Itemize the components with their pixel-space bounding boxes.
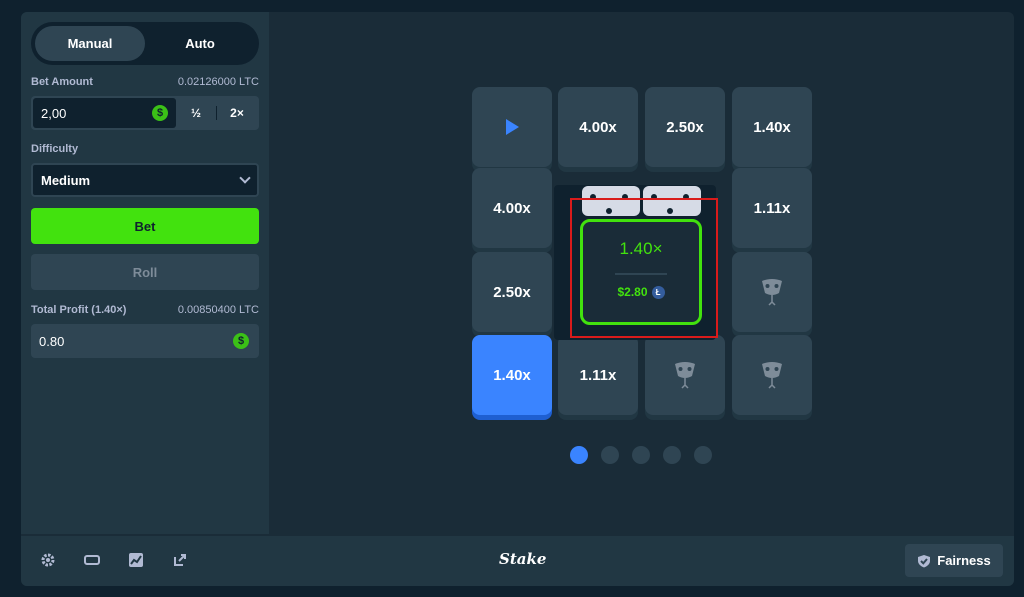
highlight-box (570, 198, 718, 338)
snake-icon (762, 362, 782, 389)
bet-amount-label: Bet Amount (31, 76, 93, 88)
theatre-mode-icon[interactable] (82, 550, 102, 570)
profit-row: Total Profit (1.40×) 0.00850400 LTC (31, 304, 259, 316)
gear-icon[interactable] (38, 550, 58, 570)
tile-multiplier[interactable]: 1.40x (732, 87, 812, 167)
page-dot[interactable] (663, 446, 681, 464)
fairness-button[interactable]: Fairness (905, 544, 1003, 577)
bet-button[interactable]: Bet (31, 208, 259, 244)
page-dot[interactable] (601, 446, 619, 464)
tile-multiplier[interactable]: 1.11x (732, 168, 812, 248)
bet-amount-value: 2,00 (41, 105, 67, 121)
tile-multiplier[interactable]: 2.50x (645, 87, 725, 167)
tile-multiplier[interactable]: 4.00x (472, 168, 552, 248)
shield-check-icon (918, 554, 931, 567)
footer: Stake Fairness (21, 536, 1014, 586)
current-position-tile[interactable]: 1.40x (472, 335, 552, 415)
popout-icon[interactable] (170, 550, 190, 570)
tile-multiplier[interactable]: 1.11x (558, 335, 638, 415)
bet-amount-input[interactable]: 2,00 $ (33, 98, 176, 128)
profit-ltc: 0.00850400 LTC (177, 304, 259, 316)
footer-icons (38, 550, 190, 570)
difficulty-select[interactable]: Medium (31, 163, 259, 197)
coin-icon: $ (152, 105, 168, 121)
page-dot[interactable] (632, 446, 650, 464)
difficulty-label: Difficulty (31, 143, 79, 155)
tile-multiplier[interactable]: 4.00x (558, 87, 638, 167)
profit-label: Total Profit (1.40×) (31, 304, 127, 316)
pagination-dots (570, 446, 712, 464)
profit-field[interactable]: 0.80 $ (31, 324, 259, 358)
bet-amount-ltc: 0.02126000 LTC (177, 76, 259, 88)
fairness-label: Fairness (937, 553, 991, 568)
snake-icon (675, 362, 695, 389)
chevron-down-icon (239, 172, 251, 184)
snake-icon (762, 279, 782, 306)
tile-multiplier[interactable]: 2.50x (472, 252, 552, 332)
tab-manual[interactable]: Manual (35, 26, 145, 61)
snake-tile[interactable] (732, 335, 812, 415)
profit-value: 0.80 (39, 333, 65, 349)
start-tile[interactable] (472, 87, 552, 167)
page-dot[interactable] (570, 446, 588, 464)
sidebar: Manual Auto Bet Amount 0.02126000 LTC 2,… (21, 12, 269, 534)
difficulty-value: Medium (41, 172, 91, 188)
roll-button[interactable]: Roll (31, 254, 259, 290)
snake-tile[interactable] (732, 252, 812, 332)
bet-amount-row: Bet Amount 0.02126000 LTC (31, 76, 259, 88)
stake-logo: Stake (499, 550, 547, 568)
bet-amount-group: 2,00 $ ½ 2× (31, 96, 259, 130)
mode-toggle: Manual Auto (31, 22, 259, 65)
coin-icon: $ (233, 333, 249, 349)
difficulty-row: Difficulty (31, 143, 259, 155)
double-button[interactable]: 2× (217, 98, 257, 128)
stats-icon[interactable] (126, 550, 146, 570)
tab-auto[interactable]: Auto (145, 26, 255, 61)
snake-tile[interactable] (645, 335, 725, 415)
half-button[interactable]: ½ (176, 98, 216, 128)
play-icon (506, 119, 519, 135)
page-dot[interactable] (694, 446, 712, 464)
